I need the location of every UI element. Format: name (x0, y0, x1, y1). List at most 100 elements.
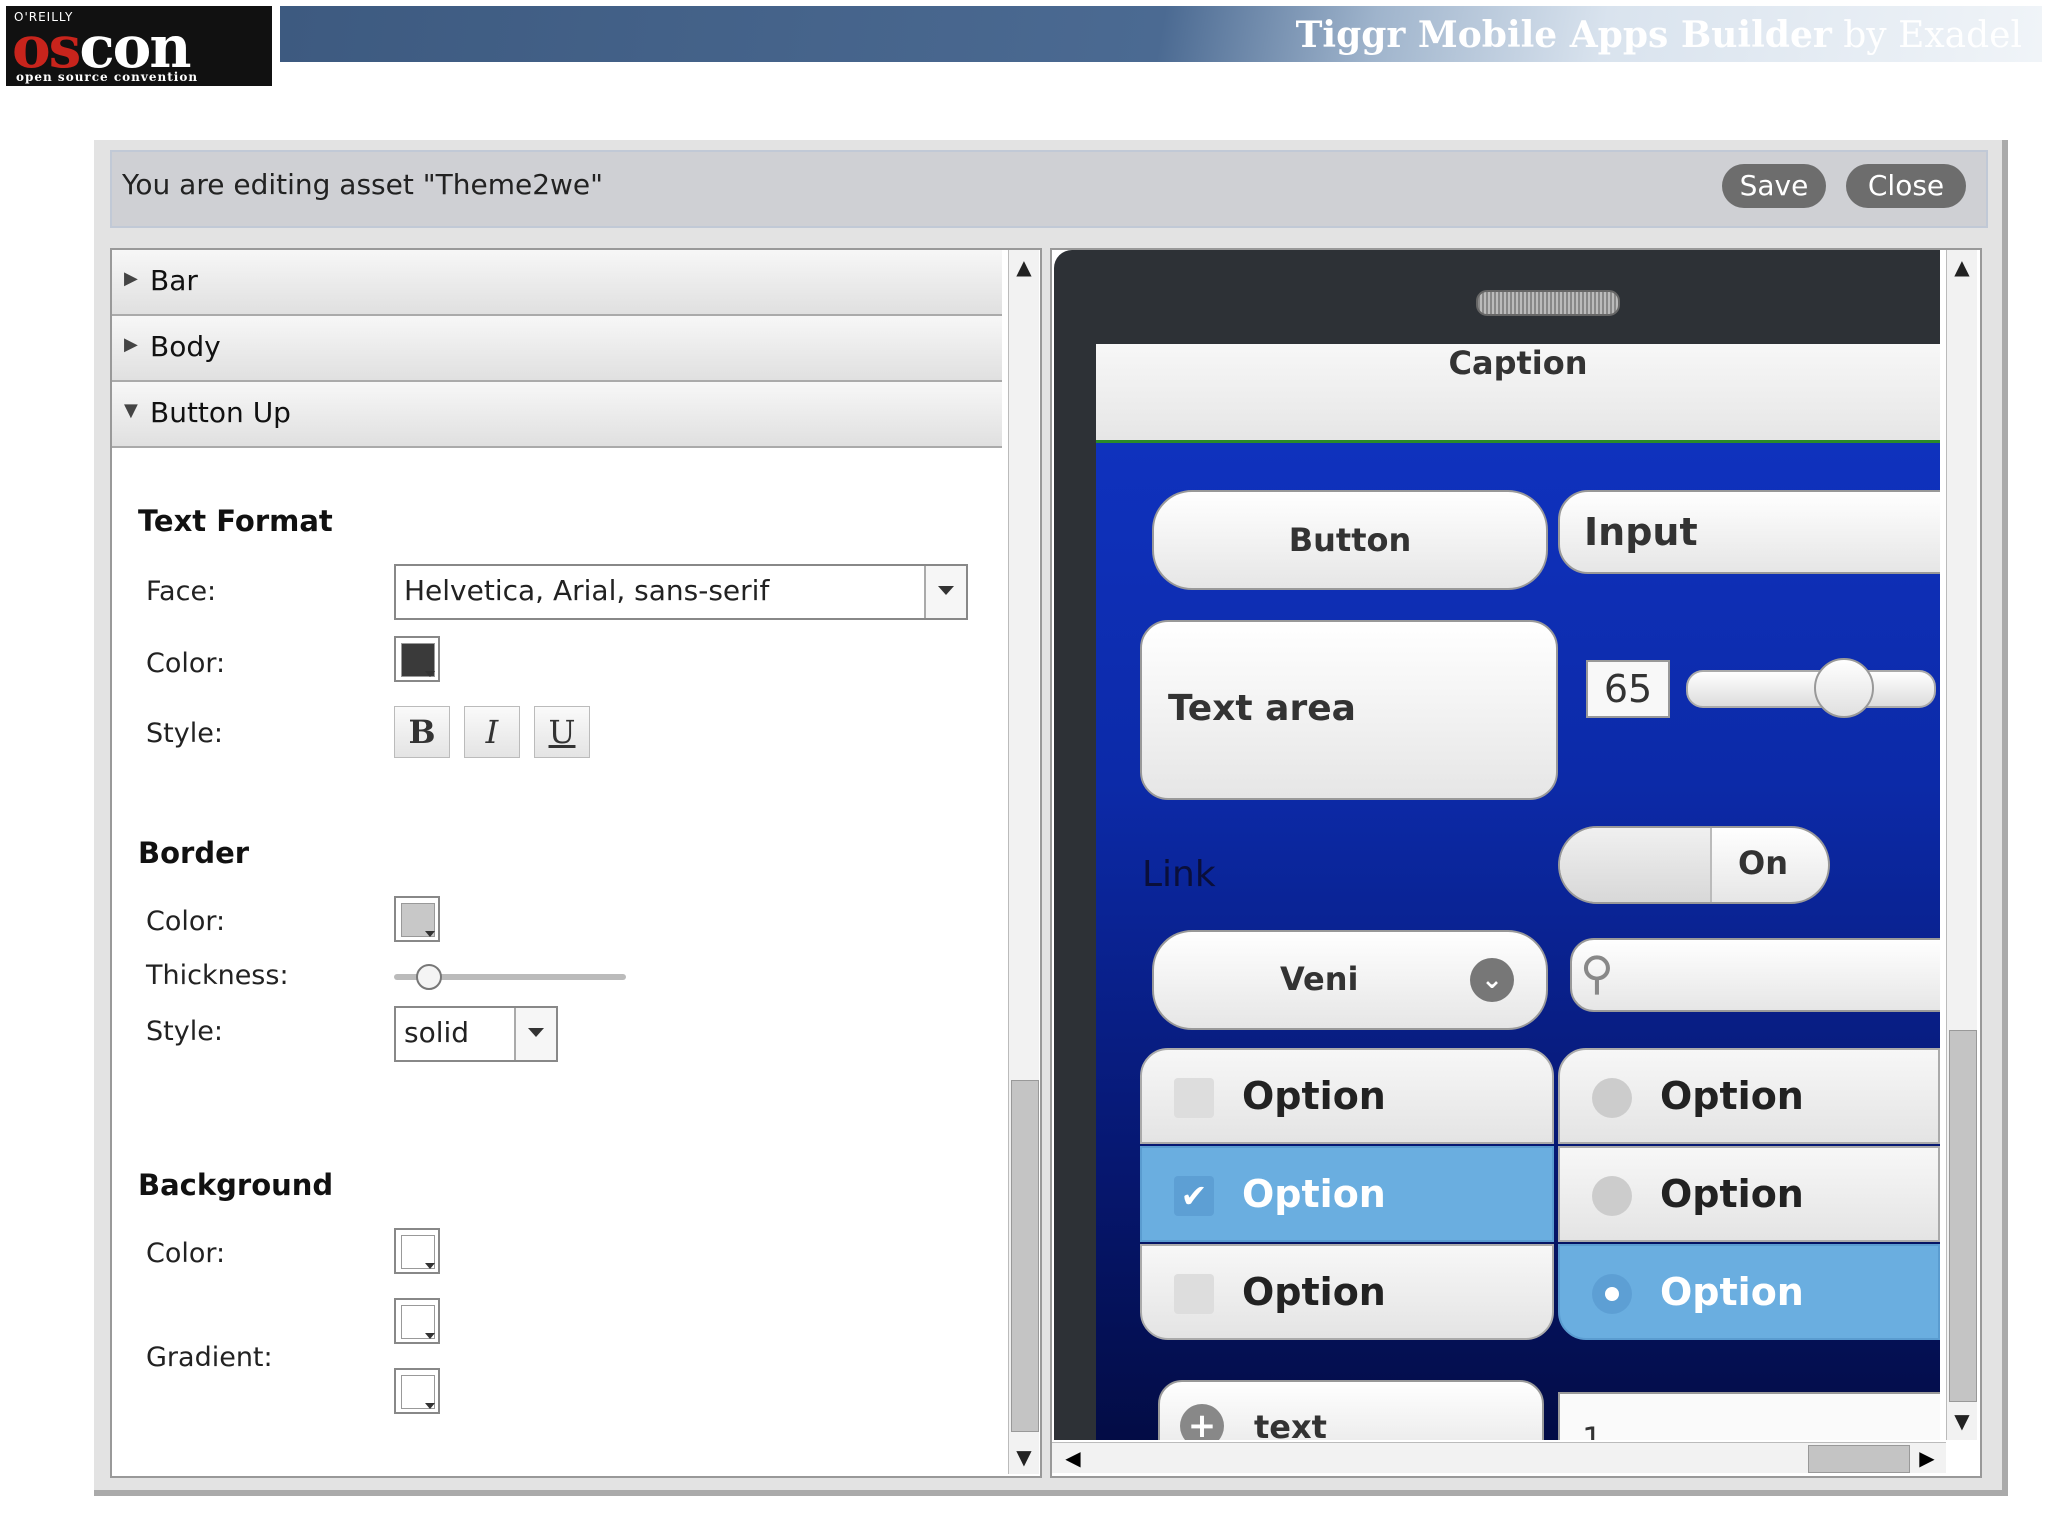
scroll-down-icon[interactable]: ▼ (1947, 1406, 1977, 1436)
option-label: Option (1660, 1270, 1804, 1314)
option-label: Option (1242, 1270, 1386, 1314)
preview-search-input[interactable]: ⚲ (1570, 938, 1940, 1012)
bold-button[interactable]: B (394, 706, 450, 758)
accordion-body-label: Body (150, 330, 221, 363)
properties-scrollbar[interactable]: ▲ ▼ (1008, 250, 1039, 1474)
checkbox-option-1[interactable]: Option (1140, 1048, 1554, 1144)
accordion-bar[interactable]: ▶ Bar (112, 250, 1002, 316)
phone-speaker (1476, 290, 1620, 316)
thickness-slider-track[interactable] (394, 964, 626, 990)
preview-link[interactable]: Link (1142, 854, 1216, 895)
face-label: Face: (146, 576, 217, 607)
scroll-left-icon[interactable]: ◀ (1058, 1443, 1088, 1473)
border-style-value: solid (404, 1016, 470, 1049)
dropdown-icon (425, 1333, 435, 1339)
dropdown-icon (425, 671, 435, 677)
slider-value-box[interactable]: 65 (1586, 660, 1670, 718)
accordion-bar-label: Bar (150, 264, 198, 297)
preview-toggle[interactable]: On (1558, 826, 1830, 904)
chevron-down-icon[interactable] (514, 1008, 556, 1060)
preview-slider-handle[interactable] (1814, 658, 1874, 718)
radio-option-2[interactable]: Option (1558, 1146, 1940, 1242)
radio-selected-icon (1592, 1274, 1632, 1314)
scroll-up-icon[interactable]: ▲ (1009, 252, 1039, 282)
accordion-button-up[interactable]: ▼ Button Up (112, 382, 1002, 448)
preview-textarea[interactable]: Text area (1140, 620, 1558, 800)
preview-select[interactable]: Veni ⌄ (1152, 930, 1548, 1030)
collapsed-arrow-icon: ▶ (124, 334, 138, 355)
banner-title-by: by Exadel (1831, 15, 2022, 56)
preview-button[interactable]: Button (1152, 490, 1548, 590)
background-color-swatch[interactable] (394, 1228, 440, 1274)
border-style-label: Style: (146, 1016, 223, 1047)
banner-title-main: Tiggr Mobile Apps Builder (1295, 14, 1832, 56)
gradient-start-swatch[interactable] (394, 1298, 440, 1344)
border-color-label: Color: (146, 906, 226, 937)
text-style-label: Style: (146, 718, 223, 749)
scrollbar-thumb[interactable] (1808, 1445, 1910, 1473)
preview-input[interactable]: Input (1558, 490, 1940, 574)
close-button[interactable]: Close (1846, 164, 1966, 208)
expanded-arrow-icon: ▼ (124, 400, 138, 421)
option-label: Option (1242, 1172, 1386, 1216)
background-heading: Background (138, 1168, 334, 1202)
preview-list-item-text: text (1254, 1408, 1327, 1440)
radio-option-3[interactable]: Option (1558, 1244, 1940, 1340)
text-color-label: Color: (146, 648, 226, 679)
preview-list-item[interactable]: + text (1158, 1380, 1544, 1440)
checkmark-icon: ✔ (1174, 1176, 1214, 1216)
border-heading: Border (138, 836, 250, 870)
checkbox-option-2[interactable]: ✔ Option (1140, 1146, 1554, 1242)
background-color-label: Color: (146, 1238, 226, 1269)
thickness-label: Thickness: (146, 960, 289, 991)
face-select-value: Helvetica, Arial, sans-serif (404, 574, 770, 607)
checkbox-icon (1174, 1274, 1214, 1314)
phone-preview: Caption Button Input Text area 65 Link O… (1054, 250, 1940, 1440)
dropdown-icon (425, 1263, 435, 1269)
preview-select-value: Veni (1280, 960, 1359, 998)
toggle-off-side (1560, 828, 1712, 902)
italic-button[interactable]: I (464, 706, 520, 758)
save-button[interactable]: Save (1722, 164, 1826, 208)
face-select[interactable]: Helvetica, Arial, sans-serif (394, 564, 968, 620)
dropdown-icon (425, 931, 435, 937)
checkbox-icon (1174, 1078, 1214, 1118)
accordion-body[interactable]: ▶ Body (112, 316, 1002, 382)
preview-horizontal-scrollbar[interactable]: ◀ ▶ (1052, 1442, 1946, 1473)
title-banner: Tiggr Mobile Apps Builder by Exadel (280, 6, 2042, 62)
border-style-select[interactable]: solid (394, 1006, 558, 1062)
phone-screen: Caption Button Input Text area 65 Link O… (1096, 344, 1940, 1440)
preview-vertical-scrollbar[interactable]: ▲ ▼ (1946, 250, 1977, 1440)
option-label: Option (1242, 1074, 1386, 1118)
text-color-swatch[interactable] (394, 636, 440, 682)
checkbox-option-3[interactable]: Option (1140, 1244, 1554, 1340)
scroll-down-icon[interactable]: ▼ (1009, 1442, 1039, 1472)
preview-caption: Caption (1096, 344, 1940, 443)
properties-panel: ▶ Bar ▶ Body ▼ Button Up Text Format Fac… (110, 248, 1042, 1478)
scrollbar-thumb[interactable] (1949, 1030, 1977, 1402)
banner-title: Tiggr Mobile Apps Builder by Exadel (1296, 14, 2022, 56)
toggle-label: On (1738, 844, 1788, 882)
radio-icon (1592, 1078, 1632, 1118)
chevron-down-icon: ⌄ (1470, 958, 1514, 1002)
preview-slider-track[interactable] (1686, 658, 1936, 718)
gradient-label: Gradient: (146, 1342, 273, 1373)
collapsed-arrow-icon: ▶ (124, 268, 138, 289)
search-icon: ⚲ (1580, 946, 1614, 1000)
scrollbar-thumb[interactable] (1011, 1080, 1039, 1432)
radio-option-1[interactable]: Option (1558, 1048, 1940, 1144)
scroll-up-icon[interactable]: ▲ (1947, 252, 1977, 282)
preview-panel: Caption Button Input Text area 65 Link O… (1050, 248, 1982, 1478)
preview-stepper[interactable]: 1 (1558, 1392, 1940, 1440)
scroll-right-icon[interactable]: ▶ (1912, 1443, 1942, 1473)
preview-stepper-value: 1 (1582, 1420, 1603, 1440)
border-color-swatch[interactable] (394, 896, 440, 942)
radio-dot (1605, 1287, 1619, 1301)
dropdown-icon (425, 1403, 435, 1409)
plus-icon: + (1180, 1404, 1224, 1440)
thickness-slider-handle[interactable] (416, 964, 442, 990)
chevron-down-icon[interactable] (924, 566, 966, 618)
underline-button[interactable]: U (534, 706, 590, 758)
gradient-end-swatch[interactable] (394, 1368, 440, 1414)
text-format-heading: Text Format (138, 504, 333, 538)
